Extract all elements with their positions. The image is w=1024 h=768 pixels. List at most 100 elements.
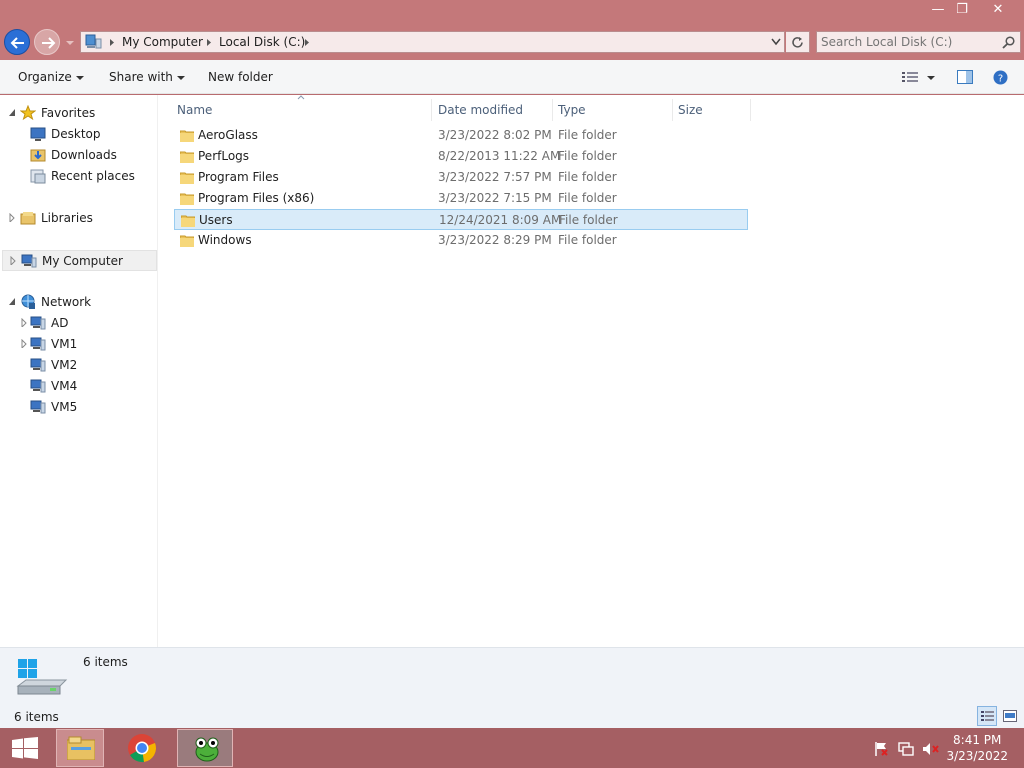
- file-type: File folder: [558, 149, 617, 163]
- nav-downloads-label: Downloads: [51, 148, 117, 162]
- organize-button[interactable]: Organize: [18, 70, 84, 84]
- column-header-type[interactable]: Type: [553, 99, 673, 121]
- folder-icon: [180, 193, 194, 205]
- folder-icon: [181, 215, 195, 227]
- breadcrumb-my-computer[interactable]: My Computer: [122, 35, 203, 49]
- network-icon: [21, 294, 35, 309]
- column-header-name[interactable]: Name: [172, 99, 432, 121]
- chevron-right-icon: [207, 39, 211, 46]
- search-input[interactable]: [821, 34, 1001, 50]
- volume-muted-icon[interactable]: [922, 741, 940, 757]
- details-view-icon: [981, 711, 994, 721]
- file-type: File folder: [559, 213, 618, 227]
- chevron-down-icon[interactable]: [771, 38, 781, 46]
- caret-collapsed-icon: [21, 339, 27, 348]
- column-header-size[interactable]: Size: [673, 99, 751, 121]
- nav-network-vm4-label: VM4: [51, 379, 78, 393]
- clock-time: 8:41 PM: [953, 733, 1002, 747]
- large-icons-view-icon[interactable]: [1003, 710, 1017, 722]
- share-with-label: Share with: [109, 70, 173, 84]
- computer-icon: [85, 34, 102, 49]
- nav-network-label: Network: [41, 295, 92, 309]
- recent-locations-dropdown[interactable]: [64, 34, 76, 50]
- arrow-left-icon: [10, 37, 24, 49]
- details-view-button[interactable]: [977, 706, 997, 726]
- search-box[interactable]: [816, 31, 1021, 53]
- file-name: AeroGlass: [198, 128, 258, 142]
- address-row: My Computer Local Disk (C:): [0, 26, 1024, 60]
- network-computer-icon: [30, 379, 46, 393]
- file-row-program-files-x86[interactable]: Program Files (x86) 3/23/2022 7:15 PM Fi…: [174, 188, 748, 209]
- desktop-icon: [30, 127, 46, 141]
- restore-button[interactable]: ❐: [946, 0, 978, 22]
- file-date-modified: 3/23/2022 7:57 PM: [438, 170, 552, 184]
- computer-icon: [21, 254, 37, 268]
- chrome-icon: [128, 734, 156, 763]
- help-icon[interactable]: ?: [993, 70, 1008, 85]
- caret-collapsed-icon: [21, 318, 27, 327]
- navigation-pane: Favorites Desktop Downloads Recent place…: [0, 95, 158, 647]
- network-status-icon[interactable]: [898, 741, 916, 757]
- file-name: Program Files: [198, 170, 279, 184]
- back-button[interactable]: [4, 29, 30, 55]
- address-bar[interactable]: My Computer Local Disk (C:): [80, 31, 785, 53]
- breadcrumb-local-disk[interactable]: Local Disk (C:): [219, 35, 305, 49]
- folder-icon: [180, 130, 194, 142]
- file-type: File folder: [558, 128, 617, 142]
- folder-icon: [180, 235, 194, 247]
- file-list-pane: Name Date modified Type Size AeroGlass 3…: [158, 95, 1024, 647]
- nav-recent-places-label: Recent places: [51, 169, 135, 183]
- network-computer-icon: [30, 400, 46, 414]
- file-explorer-icon: [67, 736, 95, 760]
- file-row-windows[interactable]: Windows 3/23/2022 8:29 PM File folder: [174, 230, 748, 251]
- taskbar-chrome[interactable]: [118, 729, 166, 767]
- svg-text:?: ?: [998, 74, 1003, 85]
- forward-button[interactable]: [34, 29, 60, 55]
- file-row-users[interactable]: Users 12/24/2021 8:09 AM File folder: [174, 209, 748, 230]
- drive-icon: [16, 659, 68, 695]
- caret-expanded-icon: [9, 109, 15, 116]
- status-item-count: 6 items: [14, 710, 59, 724]
- nav-my-computer[interactable]: My Computer: [2, 250, 157, 271]
- nav-libraries-label: Libraries: [41, 211, 93, 225]
- title-bar: — ❐ ✕: [0, 0, 1024, 26]
- file-type: File folder: [558, 191, 617, 205]
- file-type: File folder: [558, 170, 617, 184]
- windows-start-icon[interactable]: [12, 737, 38, 759]
- view-options-dropdown[interactable]: [926, 75, 936, 81]
- close-button[interactable]: ✕: [982, 0, 1014, 22]
- file-date-modified: 3/23/2022 7:15 PM: [438, 191, 552, 205]
- file-row-aeroglass[interactable]: AeroGlass 3/23/2022 8:02 PM File folder: [174, 125, 748, 146]
- column-header-date-modified[interactable]: Date modified: [433, 99, 553, 121]
- action-center-flag-icon[interactable]: [873, 741, 889, 757]
- preview-pane-icon[interactable]: [957, 70, 973, 84]
- share-with-button[interactable]: Share with: [109, 70, 185, 84]
- frog-app-icon: [195, 737, 219, 762]
- new-folder-button[interactable]: New folder: [208, 70, 273, 84]
- file-date-modified: 3/23/2022 8:02 PM: [438, 128, 552, 142]
- file-row-program-files[interactable]: Program Files 3/23/2022 7:57 PM File fol…: [174, 167, 748, 188]
- refresh-button[interactable]: [786, 31, 810, 53]
- libraries-icon: [20, 212, 36, 225]
- refresh-icon: [792, 37, 803, 48]
- nav-desktop-label: Desktop: [51, 127, 101, 141]
- search-icon[interactable]: [1002, 36, 1015, 49]
- file-row-perflogs[interactable]: PerfLogs 8/22/2013 11:22 AM File folder: [174, 146, 748, 167]
- chevron-right-icon: [305, 39, 309, 46]
- star-icon: [20, 105, 36, 121]
- details-item-count: 6 items: [83, 655, 128, 669]
- nav-my-computer-label: My Computer: [42, 254, 123, 268]
- recent-places-icon: [30, 169, 46, 184]
- file-type: File folder: [558, 233, 617, 247]
- nav-network-vm1-label: VM1: [51, 337, 78, 351]
- nav-network-ad-label: AD: [51, 316, 69, 330]
- file-name: Windows: [198, 233, 252, 247]
- taskbar-app-frog[interactable]: [177, 729, 233, 767]
- caret-collapsed-icon: [9, 213, 15, 222]
- view-details-icon[interactable]: [902, 72, 918, 83]
- details-pane: 6 items: [0, 647, 1024, 705]
- file-name: PerfLogs: [198, 149, 250, 163]
- taskbar-file-explorer[interactable]: [56, 729, 104, 767]
- caret-expanded-icon: [9, 298, 15, 305]
- system-clock[interactable]: 8:41 PM 3/23/2022: [946, 732, 1008, 764]
